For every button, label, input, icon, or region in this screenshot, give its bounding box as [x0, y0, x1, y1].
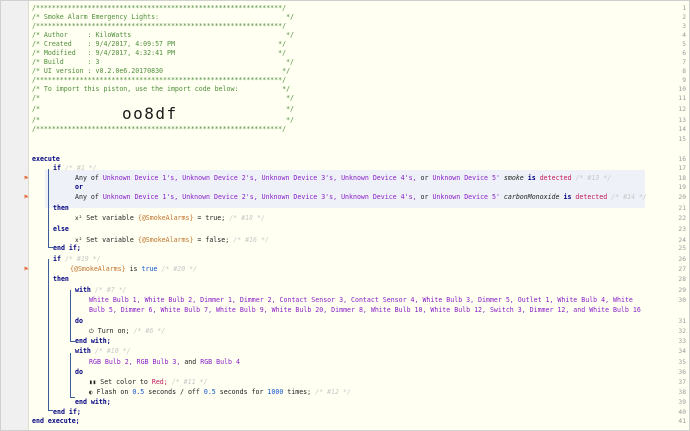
variable-icon: x² — [75, 215, 83, 222]
header-ui-version: /* UI version : v0.2.0e6.20170830 */ — [32, 67, 291, 75]
with-statement-2[interactable]: with /* #10 */ — [75, 347, 131, 356]
line-number: 6 — [682, 50, 686, 57]
line-number: 4 — [682, 32, 686, 39]
condition-smoke[interactable]: Any of Unknown Device 1's, Unknown Devic… — [75, 174, 611, 183]
piston-code-view: 1 2 3 4 5 6 7 8 9 10 11 12 13 14 15 16 1… — [0, 0, 690, 431]
bracket-if1 — [48, 169, 49, 248]
end-execute: end execute; — [32, 417, 80, 425]
toggle-icon: ◐ — [89, 389, 93, 396]
line-number: 2 — [682, 14, 686, 21]
line-number: 29 — [678, 287, 686, 294]
line-number: 37 — [678, 379, 686, 386]
line-number: 9 — [682, 77, 686, 84]
with-statement-1[interactable]: with /* #7 */ — [75, 286, 127, 295]
line-number: 32 — [678, 328, 686, 335]
line-number: 38 — [678, 389, 686, 396]
bracket-with1 — [70, 290, 71, 342]
line-number: 40 — [678, 409, 686, 416]
line-number: 10 — [678, 86, 686, 93]
device-list-b[interactable]: Bulb 5, Dimmer 6, White Bulb 7, White Bu… — [89, 306, 641, 315]
line-number: 13 — [678, 117, 686, 124]
header-border: /***************************************… — [32, 125, 287, 133]
set-variable-true[interactable]: x² Set variable {@SmokeAlarms} = true; /… — [75, 214, 265, 223]
header-separator: /***************************************… — [32, 22, 287, 30]
device-list-a[interactable]: White Bulb 1, White Bulb 2, Dimmer 1, Di… — [89, 296, 633, 305]
then-keyword-2: then — [53, 275, 69, 283]
do-keyword: do — [75, 317, 83, 325]
line-number: 5 — [682, 41, 686, 48]
line-number: 33 — [678, 338, 686, 345]
line-number: 19 — [678, 184, 686, 191]
palette-icon: ▮▮ — [89, 379, 97, 386]
line-number: 28 — [678, 276, 686, 283]
rgb-device-list[interactable]: RGB Bulb 2, RGB Bulb 3, and RGB Bulb 4 — [89, 358, 240, 367]
line-number: 35 — [678, 359, 686, 366]
line-number: 21 — [678, 205, 686, 212]
if-statement-2[interactable]: if /* #19 */ — [53, 255, 101, 264]
then-keyword: then — [53, 204, 69, 212]
line-number: 7 — [682, 59, 686, 66]
line-number: 15 — [678, 136, 686, 143]
end-with-1: end with; — [75, 337, 111, 345]
line-number: 14 — [678, 126, 686, 133]
bracket-with2 — [70, 353, 71, 398]
or-operator[interactable]: or — [75, 183, 83, 192]
line-number: 39 — [678, 399, 686, 406]
variable-icon: x² — [75, 237, 83, 244]
end-if-2: end if; — [53, 408, 81, 416]
line-number: 17 — [678, 165, 686, 172]
line-number: 36 — [678, 369, 686, 376]
execute-keyword: execute — [32, 155, 60, 163]
line-number: 12 — [678, 106, 686, 113]
power-icon: ⏻ — [89, 328, 94, 335]
line-number: 11 — [678, 95, 686, 102]
bracket-if2 — [48, 259, 49, 411]
line-number: 22 — [678, 215, 686, 222]
do-keyword-2: do — [75, 368, 83, 376]
turn-on-action[interactable]: ⏻ Turn on; /* #6 */ — [89, 327, 165, 336]
condition-co[interactable]: Any of Unknown Device 1's, Unknown Devic… — [75, 193, 647, 202]
header-blank: /* */ — [32, 94, 295, 102]
import-code: oo8df — [122, 104, 178, 123]
header-created: /* Created : 9/4/2017, 4:09:57 PM */ — [32, 40, 287, 48]
line-number: 23 — [678, 226, 686, 233]
header-build: /* Build : 3 */ — [32, 58, 295, 66]
header-title: /* Smoke Alarm Emergency Lights: */ — [32, 13, 295, 21]
line-number: 18 — [678, 175, 686, 182]
edit-marker-icon[interactable]: ⚑ — [24, 265, 28, 274]
header-border: /***************************************… — [32, 4, 287, 12]
line-number: 27 — [678, 266, 686, 273]
line-number: 8 — [682, 68, 686, 75]
edit-marker-icon[interactable]: ⚑ — [24, 193, 28, 202]
line-number: 16 — [678, 156, 686, 163]
header-separator: /***************************************… — [32, 76, 287, 84]
line-number: 34 — [678, 348, 686, 355]
end-with-2: end with; — [75, 398, 111, 406]
header-modified: /* Modified : 9/4/2017, 4:32:41 PM */ — [32, 49, 287, 57]
else-keyword: else — [53, 225, 69, 233]
edit-marker-icon[interactable]: ⚑ — [24, 174, 28, 183]
line-number: 3 — [682, 23, 686, 30]
condition-variable[interactable]: {@SmokeAlarms} is true /* #20 */ — [70, 265, 197, 274]
header-author: /* Author : KiloWatts */ — [32, 31, 295, 39]
end-if-1: end if; — [53, 244, 81, 252]
header-import-instruction: /* To import this piston, use the import… — [32, 85, 291, 93]
set-variable-false[interactable]: x² Set variable {@SmokeAlarms} = false; … — [75, 236, 269, 245]
line-number: 41 — [678, 418, 686, 425]
line-number-gutter — [1, 1, 29, 430]
line-number: 25 — [678, 245, 686, 252]
line-number: 1 — [682, 5, 686, 12]
line-number: 20 — [678, 194, 686, 201]
line-number: 30 — [678, 297, 686, 304]
flash-action[interactable]: ◐ Flash on 0.5 seconds / off 0.5 seconds… — [89, 388, 351, 397]
set-color-action[interactable]: ▮▮ Set color to Red; /* #11 */ — [89, 378, 207, 387]
if-statement-1[interactable]: if /* #1 */ — [53, 164, 97, 173]
line-number: 26 — [678, 256, 686, 263]
line-number: 31 — [678, 318, 686, 325]
